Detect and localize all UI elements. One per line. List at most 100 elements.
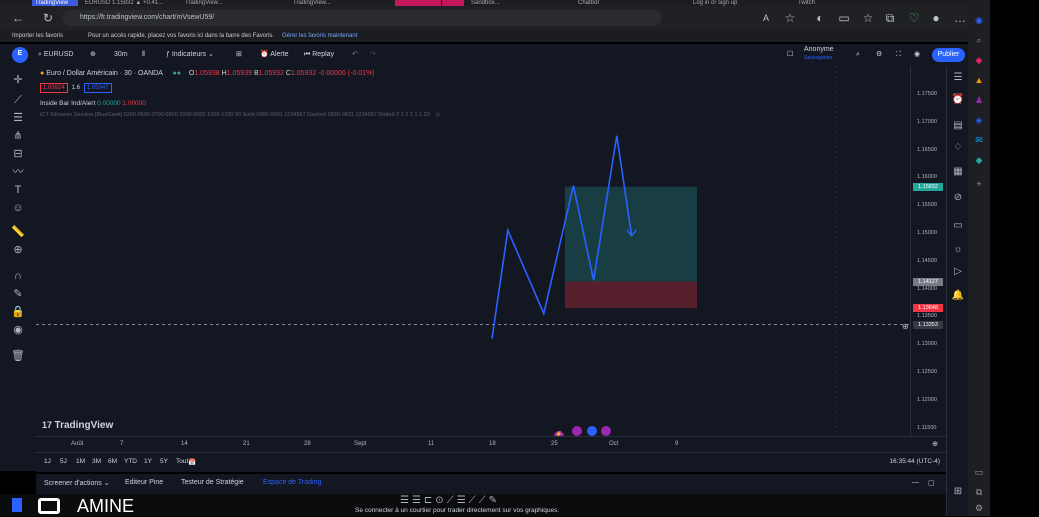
- range-button[interactable]: 6M: [108, 458, 117, 465]
- layout-checkbox-icon[interactable]: ☐: [787, 48, 793, 62]
- indicators-button[interactable]: ƒ Indicateurs ⌄: [166, 48, 214, 62]
- hide-drawings-eye-icon[interactable]: ◉: [10, 322, 26, 338]
- user-menu-avatar[interactable]: E: [12, 47, 28, 63]
- add-sidebar-app-icon[interactable]: +: [971, 176, 987, 192]
- compare-symbol-icon[interactable]: ⊕: [90, 48, 96, 62]
- range-button[interactable]: 3M: [92, 458, 101, 465]
- url-field[interactable]: https://fr.tradingview.com/chart/mVsewU5…: [62, 10, 662, 26]
- outlook-icon[interactable]: ✉: [971, 132, 987, 148]
- alerts-clock-icon[interactable]: ⏰: [950, 92, 966, 108]
- back-icon[interactable]: ←: [10, 10, 26, 26]
- undo-icon[interactable]: ↶: [352, 48, 358, 62]
- price-axis[interactable]: 1.17500 1.17000 1.16500 1.16000 1.15500 1.150…: [902, 66, 947, 436]
- trend-line-icon[interactable]: ⟋: [10, 92, 26, 108]
- layout-templates-icon[interactable]: ⊞: [236, 48, 242, 62]
- copilot-icon[interactable]: ◉: [971, 12, 987, 28]
- fib-retracement-icon[interactable]: ⊟: [10, 146, 26, 162]
- emoji-icon[interactable]: ☺: [10, 200, 26, 216]
- range-button[interactable]: 1Y: [144, 458, 152, 465]
- symbol-search-button[interactable]: ⌕ EURUSD: [38, 48, 73, 62]
- object-tree-icon[interactable]: ⊘: [950, 190, 966, 206]
- indicator-inside-bar[interactable]: Inside Bar Ind/Alert 0.00000 1.00000: [40, 100, 146, 107]
- calendar-icon[interactable]: ▦: [950, 164, 966, 180]
- notifications-bell-icon[interactable]: 🔔: [950, 288, 966, 304]
- panel-toggle-icon[interactable]: ⊞: [950, 484, 966, 500]
- chart-type-icon[interactable]: ⫴: [142, 48, 145, 62]
- manage-favorites-link[interactable]: Gérer les favoris maintenant: [282, 30, 357, 42]
- hidden-eye-icon[interactable]: ◎: [435, 112, 440, 118]
- favorite-star-icon[interactable]: ☆: [782, 10, 798, 26]
- stay-in-drawing-icon[interactable]: ✎: [10, 286, 26, 302]
- screenshot-camera-icon[interactable]: ◉: [914, 48, 920, 62]
- range-button[interactable]: 5J: [60, 458, 67, 465]
- crosshair-icon[interactable]: ✛: [10, 72, 26, 88]
- quick-search-icon[interactable]: ⌕: [856, 48, 860, 62]
- time-axis[interactable]: Août 7 14 21 28 Sept 11 18 25 Oct 9 ⊕: [36, 436, 946, 453]
- loss-zone[interactable]: [565, 281, 697, 309]
- clock-timezone[interactable]: 16:35:44 (UTC-4): [889, 458, 940, 465]
- tools-icon[interactable]: ▲: [971, 72, 987, 88]
- lock-icon[interactable]: 🔒: [10, 304, 26, 320]
- fullscreen-icon[interactable]: ⛶: [896, 48, 901, 62]
- price-badge[interactable]: 1.15832: [913, 182, 943, 191]
- event-marker-icon[interactable]: [572, 426, 583, 436]
- collections-icon[interactable]: ⧉: [882, 10, 898, 26]
- trash-icon[interactable]: 🗑: [10, 348, 26, 364]
- games-icon[interactable]: ♟: [971, 92, 987, 108]
- add-alert-plus-icon[interactable]: ⊕: [902, 322, 909, 331]
- go-to-date-calendar-icon[interactable]: 📅: [188, 458, 196, 466]
- minimize-panel-icon[interactable]: —: [912, 479, 919, 486]
- split-screen-icon[interactable]: ▭: [836, 10, 852, 26]
- import-favorites-link[interactable]: Importer les favoris: [12, 30, 63, 42]
- pitchfork-icon[interactable]: ⋔: [10, 128, 26, 144]
- ideas-lightbulb-icon[interactable]: ☼: [950, 242, 966, 258]
- sidebar-layout-icon[interactable]: ▭: [971, 464, 987, 480]
- buy-button[interactable]: 1.05947: [83, 83, 112, 93]
- tab-strategy-tester[interactable]: Testeur de Stratégie: [181, 479, 244, 486]
- chat-icon[interactable]: ▭: [950, 218, 966, 234]
- tab-trading-panel[interactable]: Espace de Trading: [263, 479, 321, 486]
- broker-connect-message[interactable]: Se connecter à un courtier pour trader d…: [355, 507, 559, 514]
- event-marker-icon[interactable]: [601, 426, 612, 436]
- price-chart-svg[interactable]: [36, 66, 910, 436]
- watchlist-icon[interactable]: ☰: [950, 70, 966, 86]
- zoom-in-icon[interactable]: ⊕: [10, 242, 26, 258]
- shopping-icon[interactable]: ◆: [971, 52, 987, 68]
- news-icon[interactable]: ▤: [950, 118, 966, 134]
- timezone-icon[interactable]: ⊕: [932, 440, 938, 448]
- extensions-icon[interactable]: ◐: [812, 10, 828, 26]
- favorites-icon[interactable]: ☆: [860, 10, 876, 26]
- symbol-title[interactable]: Euro / Dollar Américain · 30 · OANDA: [46, 70, 162, 77]
- settings-gear-icon[interactable]: ⚙: [876, 48, 882, 62]
- read-aloud-icon[interactable]: A: [758, 10, 774, 26]
- interval-button[interactable]: 30m: [114, 48, 128, 62]
- designer-icon[interactable]: ◆: [971, 152, 987, 168]
- sidebar-search-icon[interactable]: ⌕: [971, 32, 987, 48]
- pattern-tool-icon[interactable]: 〰: [10, 164, 26, 180]
- publish-button[interactable]: Publier: [932, 48, 965, 62]
- price-badge[interactable]: 1.13648: [913, 304, 943, 313]
- range-button[interactable]: Tout: [176, 458, 188, 465]
- replay-button[interactable]: ⏮ Replay: [304, 48, 334, 62]
- price-badge[interactable]: 1.13353: [913, 320, 943, 329]
- range-button[interactable]: 1J: [44, 458, 51, 465]
- maximize-panel-icon[interactable]: ▢: [928, 479, 935, 487]
- office-icon[interactable]: ◈: [971, 112, 987, 128]
- redo-icon[interactable]: ↷: [370, 48, 376, 62]
- sidebar-settings-icon[interactable]: ⚙: [971, 500, 987, 516]
- sell-button[interactable]: 1.05924: [40, 83, 68, 93]
- text-tool-icon[interactable]: T: [10, 182, 26, 198]
- ruler-icon[interactable]: 📏: [10, 224, 26, 240]
- account-layout-button[interactable]: Anonyme Sauvegarder: [804, 46, 834, 61]
- magnet-icon[interactable]: ∩: [10, 268, 26, 284]
- alert-button[interactable]: ⏰ Alerte: [260, 48, 289, 62]
- browser-essentials-icon[interactable]: ♡: [906, 10, 922, 26]
- range-button[interactable]: YTD: [124, 458, 137, 465]
- ideas-icon[interactable]: ♢: [950, 140, 966, 156]
- sidebar-external-icon[interactable]: ⧉: [971, 484, 987, 500]
- chart-pane[interactable]: 17 TradingView ⚡: [36, 66, 910, 441]
- more-menu-icon[interactable]: …: [952, 10, 968, 26]
- indicator-killzones[interactable]: ICT Killzones Session [BlueGeek] 0200-05…: [40, 112, 440, 118]
- refresh-icon[interactable]: ↻: [40, 10, 56, 26]
- tab-pine-editor[interactable]: Editeur Pine: [125, 479, 163, 486]
